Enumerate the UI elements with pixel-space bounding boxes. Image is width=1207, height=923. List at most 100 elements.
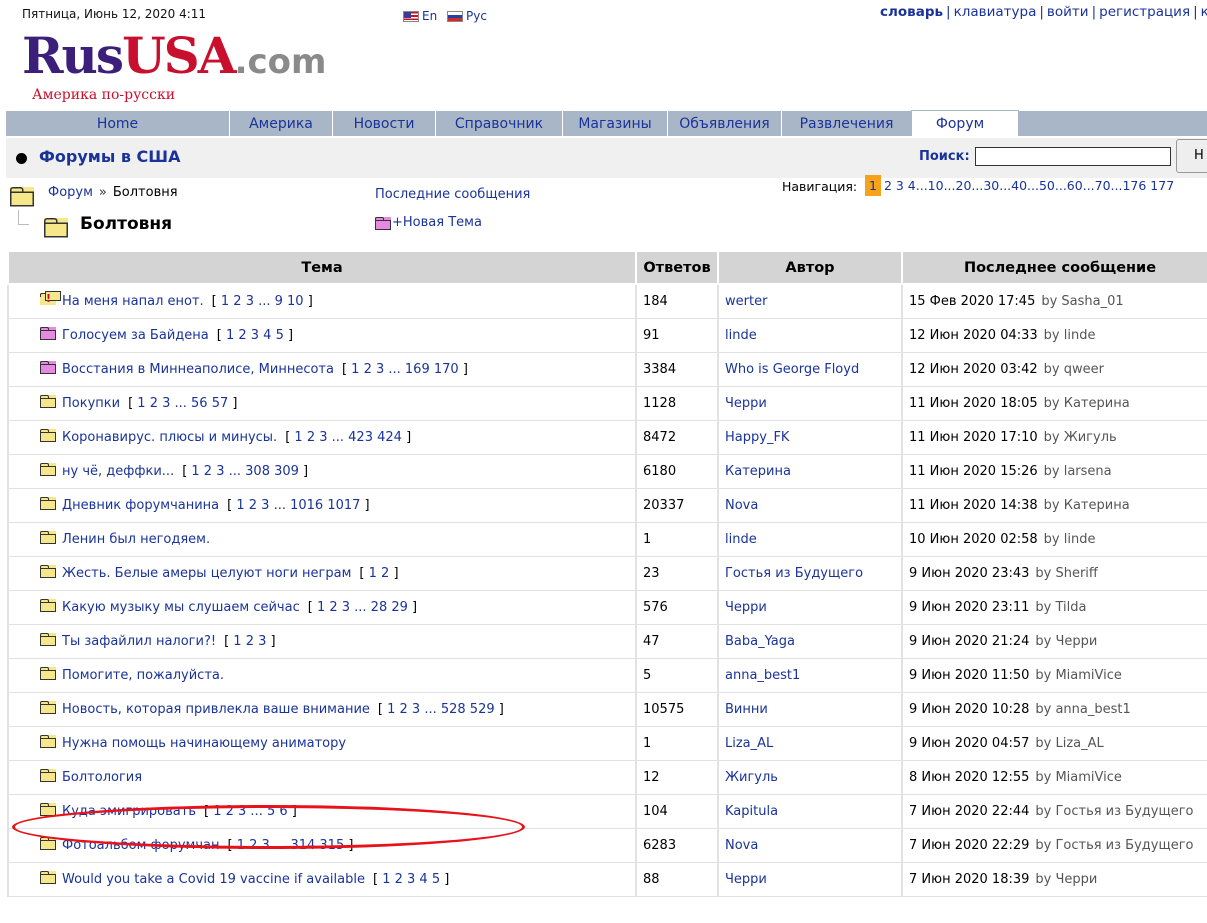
topic-pages[interactable]: [ 1 2 ]	[359, 566, 398, 581]
new-topic-button[interactable]: +Новая Тема	[375, 215, 482, 230]
last-post-author[interactable]: by Sheriff	[1035, 566, 1097, 581]
author-link[interactable]: Черри	[725, 600, 767, 615]
last-post-author[interactable]: by Tilda	[1035, 600, 1086, 615]
topic-cell: Дневник форумчанина [ 1 2 3 ... 1016 1017…	[7, 488, 637, 523]
author-link[interactable]: Happy_FK	[725, 430, 789, 445]
replies-cell: 1	[635, 522, 719, 557]
author-link[interactable]: Kapitula	[725, 804, 778, 819]
author-link[interactable]: Liza_AL	[725, 736, 773, 751]
breadcrumb-forum-link[interactable]: Форум	[48, 185, 93, 200]
author-link[interactable]: Черри	[725, 872, 767, 887]
author-link[interactable]: Nova	[725, 498, 758, 513]
tree-connector	[18, 210, 29, 225]
last-post-author[interactable]: by anna_best1	[1035, 702, 1130, 717]
topic-link[interactable]: Голосуем за Байдена	[62, 328, 209, 343]
topic-pages[interactable]: [ 1 2 3 ... 1016 1017 ]	[227, 498, 369, 513]
author-link[interactable]: Nova	[725, 838, 758, 853]
author-link[interactable]: linde	[725, 532, 757, 547]
author-link[interactable]: Baba_Yaga	[725, 634, 795, 649]
last-post-cell: 9 Июн 2020 21:24 by Черри	[901, 624, 1207, 659]
register-link[interactable]: регистрация	[1099, 4, 1190, 20]
last-post-author[interactable]: by Жигуль	[1044, 430, 1117, 445]
top-links: словарь | клавиатура | войти | регистрация | к	[880, 4, 1207, 20]
replies-cell: 576	[635, 590, 719, 625]
last-post-author[interactable]: by linde	[1044, 532, 1096, 547]
tab-entertainment[interactable]: Развлечения	[781, 111, 911, 136]
topic-pages[interactable]: [ 1 2 3 ... 28 29 ]	[308, 600, 417, 615]
tab-directory[interactable]: Справочник	[435, 111, 562, 136]
page-title: Форумы в США	[39, 147, 181, 166]
topic-pages[interactable]: [ 1 2 3 ... 9 10 ]	[212, 294, 313, 309]
author-link[interactable]: Гостья из Будущего	[725, 566, 863, 581]
site-logo[interactable]: RusUSA.com	[22, 26, 326, 90]
author-link[interactable]: anna_best1	[725, 668, 800, 683]
tab-classifieds[interactable]: Объявления	[667, 111, 781, 136]
lang-ru-link[interactable]: Рус	[447, 9, 487, 23]
last-posts-link[interactable]: Последние сообщения	[375, 187, 530, 202]
last-post-author[interactable]: by Катерина	[1044, 498, 1130, 513]
last-post-author[interactable]: by Гостья из Будущего	[1035, 804, 1193, 819]
last-post-author[interactable]: by Катерина	[1044, 396, 1130, 411]
topic-link[interactable]: Нужна помощь начинающему аниматору	[62, 736, 346, 751]
author-link[interactable]: Черри	[725, 396, 767, 411]
topic-link[interactable]: Какую музыку мы слушаем сейчас	[62, 600, 300, 615]
topic-link[interactable]: Would you take a Covid 19 vaccine if ava…	[62, 872, 365, 887]
topic-pages[interactable]: [ 1 2 3 ... 56 57 ]	[128, 396, 237, 411]
topic-link[interactable]: Ты зафайлил налоги?!	[62, 634, 216, 649]
last-post-author[interactable]: by MiamiVice	[1035, 668, 1122, 683]
topic-pages[interactable]: [ 1 2 3 4 5 ]	[217, 328, 293, 343]
last-post-cell: 9 Июн 2020 23:11 by Tilda	[901, 590, 1207, 625]
last-post-author[interactable]: by linde	[1044, 328, 1096, 343]
topic-link[interactable]: ну чё, деффки...	[62, 464, 174, 479]
search-button[interactable]: Н	[1176, 139, 1207, 173]
tab-forum[interactable]: Форум	[911, 110, 1019, 136]
author-link[interactable]: Who is George Floyd	[725, 362, 859, 377]
replies-cell: 6283	[635, 828, 719, 863]
tab-news[interactable]: Новости	[332, 111, 435, 136]
last-post-cell: 9 Июн 2020 04:57 by Liza_AL	[901, 726, 1207, 761]
page-links[interactable]: 2 3 4...10...20...30...40...50...60...70…	[884, 178, 1174, 193]
tab-america[interactable]: Америка	[229, 111, 332, 136]
current-page[interactable]: 1	[865, 175, 881, 196]
topic-cell: ну чё, деффки... [ 1 2 3 ... 308 309 ]	[7, 454, 637, 489]
topic-link[interactable]: Покупки	[62, 396, 120, 411]
topic-pages[interactable]: [ 1 2 3 ... 169 170 ]	[342, 362, 468, 377]
last-post-author[interactable]: by Liza_AL	[1035, 736, 1103, 751]
search-input[interactable]	[975, 147, 1171, 166]
last-post-date: 9 Июн 2020 21:24	[909, 634, 1030, 649]
lang-en-link[interactable]: En	[403, 9, 437, 23]
topic-pages[interactable]: [ 1 2 3 ... 308 309 ]	[182, 464, 308, 479]
topic-link[interactable]: Дневник форумчанина	[62, 498, 219, 513]
topic-pages[interactable]: [ 1 2 3 4 5 ]	[373, 872, 449, 887]
author-link[interactable]: Жигуль	[725, 770, 778, 785]
topic-cell: Новость, которая привлекла ваше внимание…	[7, 692, 637, 727]
tab-home[interactable]: Home	[6, 111, 229, 136]
last-post-author[interactable]: by Sasha_01	[1041, 294, 1123, 309]
topic-link[interactable]: Коронавирус. плюсы и минусы.	[62, 430, 277, 445]
topic-pages[interactable]: [ 1 2 3 ... 423 424 ]	[285, 430, 411, 445]
topic-pages[interactable]: [ 1 2 3 ]	[224, 634, 276, 649]
last-post-author[interactable]: by MiamiVice	[1035, 770, 1122, 785]
topic-link[interactable]: Помогите, пожалуйста.	[62, 668, 224, 683]
tab-shops[interactable]: Магазины	[562, 111, 667, 136]
topic-link[interactable]: Новость, которая привлекла ваше внимание	[62, 702, 370, 717]
last-post-author[interactable]: by larsena	[1044, 464, 1112, 479]
topic-link[interactable]: Ленин был негодяем.	[62, 532, 210, 547]
last-post-author[interactable]: by qweer	[1044, 362, 1104, 377]
topic-link[interactable]: Жесть. Белые амеры целуют ноги неграм	[62, 566, 351, 581]
last-post-author[interactable]: by Черри	[1035, 872, 1097, 887]
last-post-author[interactable]: by Черри	[1035, 634, 1097, 649]
author-link[interactable]: werter	[725, 294, 767, 309]
keyboard-link[interactable]: клавиатура	[954, 4, 1037, 20]
dictionary-link[interactable]: словарь	[880, 4, 943, 20]
login-link[interactable]: войти	[1047, 4, 1089, 20]
more-link[interactable]: к	[1201, 4, 1207, 20]
author-link[interactable]: Винни	[725, 702, 768, 717]
last-post-author[interactable]: by Гостья из Будущего	[1035, 838, 1193, 853]
author-link[interactable]: linde	[725, 328, 757, 343]
topic-link[interactable]: Восстания в Миннеаполисе, Миннесота	[62, 362, 334, 377]
topic-pages[interactable]: [ 1 2 3 ... 528 529 ]	[378, 702, 504, 717]
topic-link[interactable]: Болтология	[62, 770, 142, 785]
topic-link[interactable]: На меня напал енот.	[62, 294, 204, 309]
author-link[interactable]: Катерина	[725, 464, 791, 479]
